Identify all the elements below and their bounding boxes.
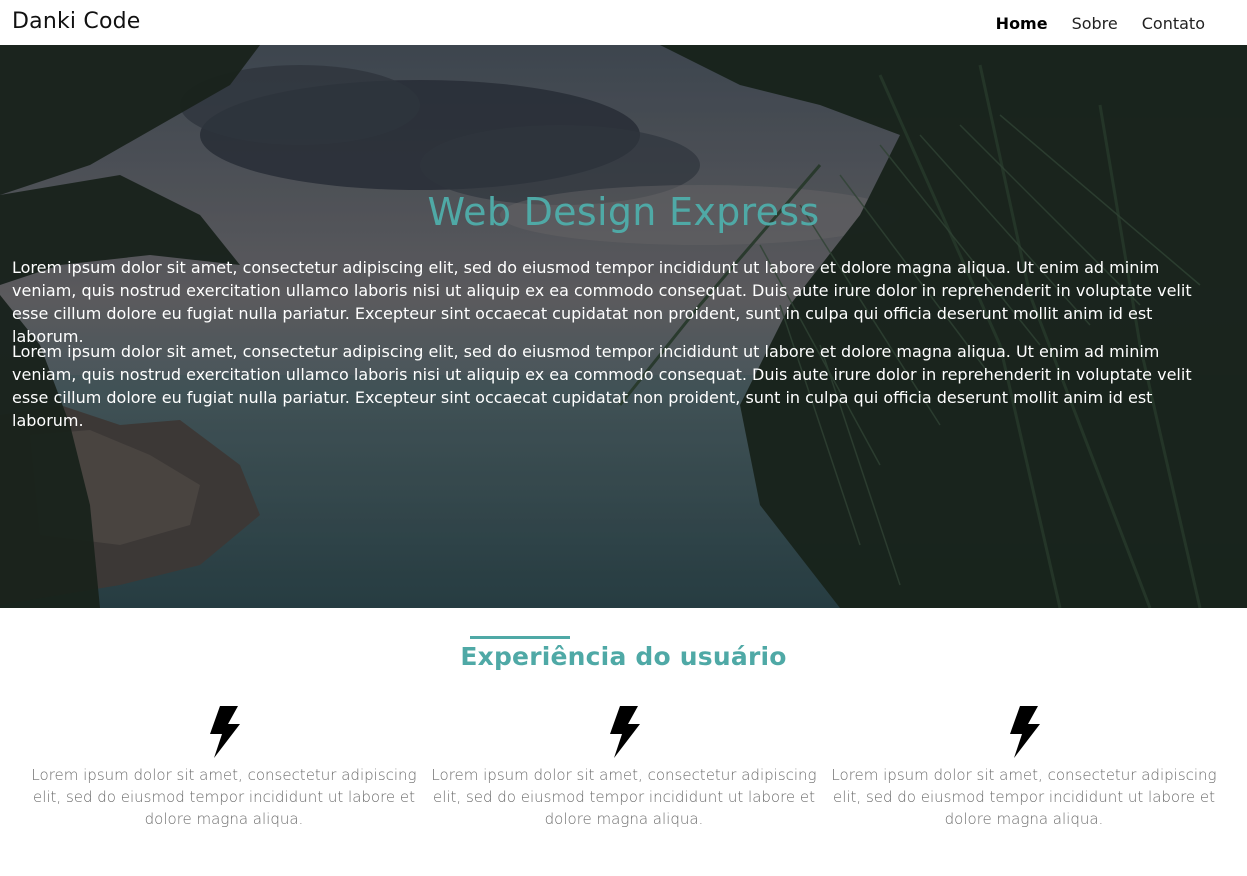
features-row: Lorem ipsum dolor sit amet, consectetur … xyxy=(24,706,1224,830)
site-header: Danki Code Home Sobre Contato xyxy=(0,0,1247,45)
lightning-bolt-icon xyxy=(424,706,824,762)
feature-card: Lorem ipsum dolor sit amet, consectetur … xyxy=(824,706,1224,830)
feature-text: Lorem ipsum dolor sit amet, consectetur … xyxy=(31,766,417,828)
feature-card: Lorem ipsum dolor sit amet, consectetur … xyxy=(24,706,424,830)
feature-text: Lorem ipsum dolor sit amet, consectetur … xyxy=(431,766,817,828)
nav-link-contato[interactable]: Contato xyxy=(1142,14,1205,33)
hero-title: Web Design Express xyxy=(427,190,820,234)
nav-link-sobre[interactable]: Sobre xyxy=(1072,14,1118,33)
hero-paragraph-1: Lorem ipsum dolor sit amet, consectetur … xyxy=(12,258,1192,346)
section-header: Experiência do usuário xyxy=(0,636,1247,671)
hero-banner: Web Design Express Lorem ipsum dolor sit… xyxy=(0,45,1247,608)
feature-card: Lorem ipsum dolor sit amet, consectetur … xyxy=(424,706,824,830)
hero-paragraph-2: Lorem ipsum dolor sit amet, consectetur … xyxy=(12,342,1192,430)
lightning-bolt-icon xyxy=(824,706,1224,762)
lightning-bolt-icon xyxy=(24,706,424,762)
site-logo[interactable]: Danki Code xyxy=(12,9,141,34)
main-nav: Home Sobre Contato xyxy=(996,14,1205,33)
section-title: Experiência do usuário xyxy=(460,642,787,671)
feature-text: Lorem ipsum dolor sit amet, consectetur … xyxy=(831,766,1217,828)
nav-link-home[interactable]: Home xyxy=(996,14,1048,33)
